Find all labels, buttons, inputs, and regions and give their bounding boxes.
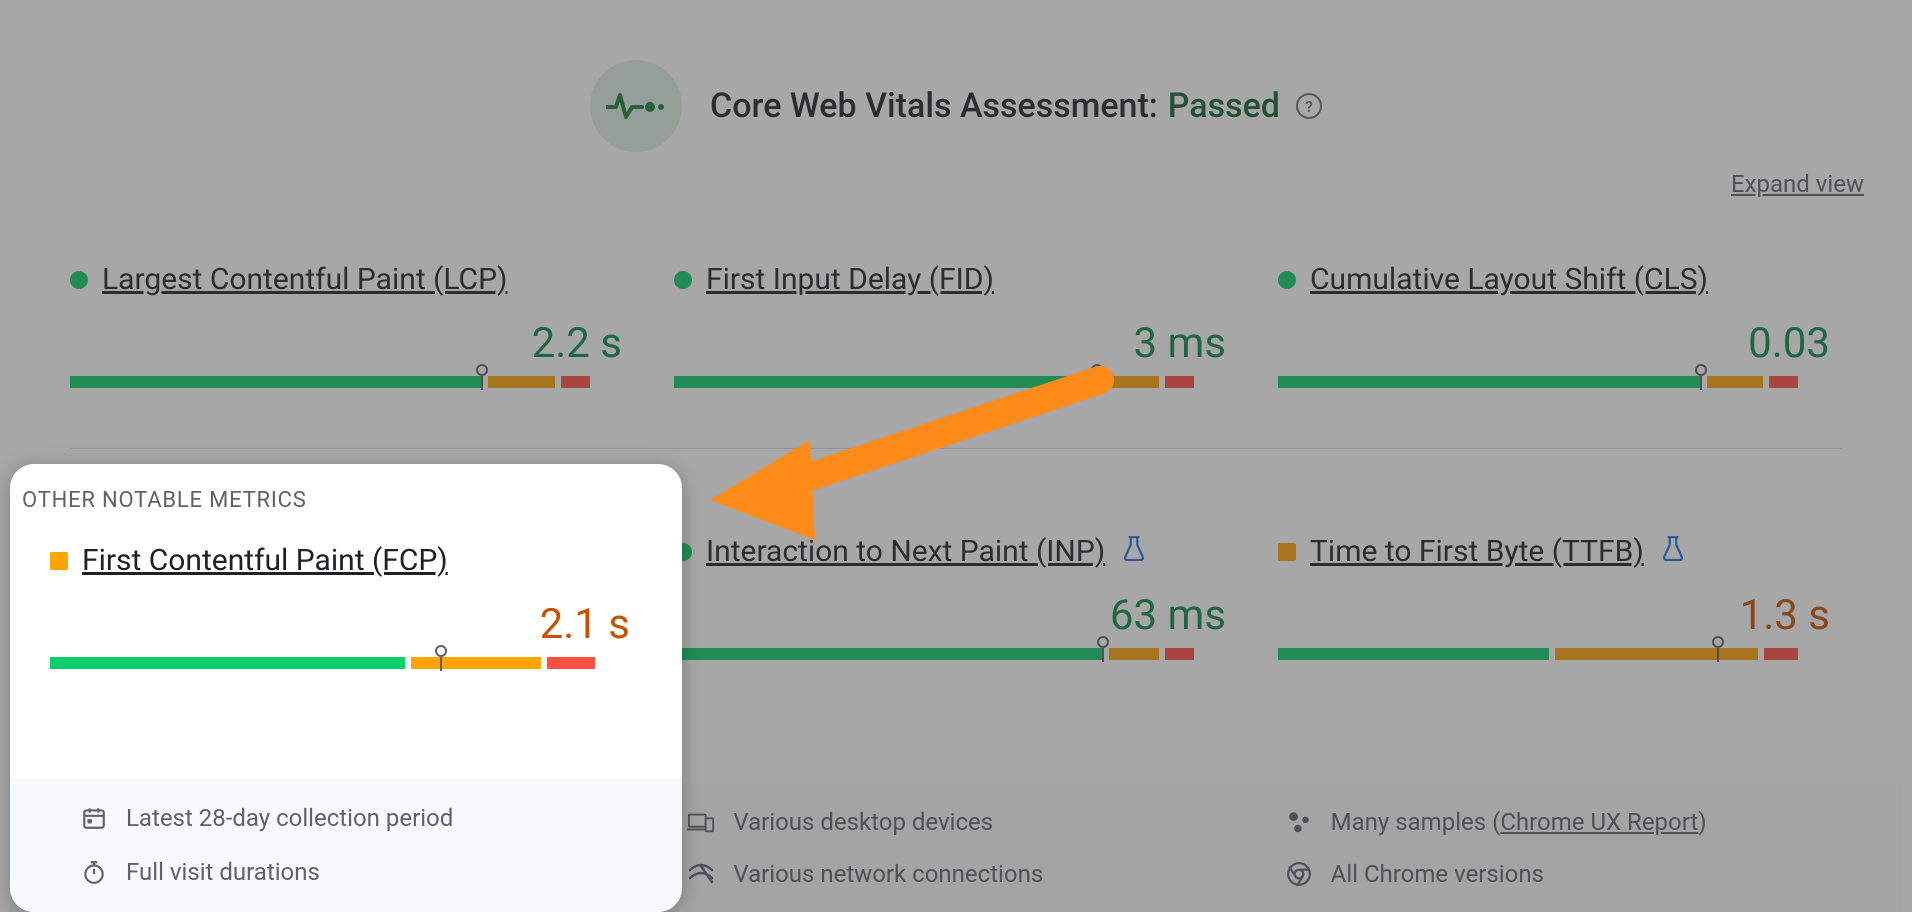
pulse-badge xyxy=(590,60,682,152)
metric-card-lcp: Largest Contentful Paint (LCP) 2.2 s xyxy=(70,262,634,418)
footer-text: Various desktop devices xyxy=(733,808,993,836)
status-bullet xyxy=(674,271,692,289)
status-bullet xyxy=(50,552,68,570)
metric-gauge-fid xyxy=(674,376,1238,388)
metric-gauge-lcp xyxy=(70,376,634,388)
gauge-marker xyxy=(476,364,488,376)
assessment-status: Passed xyxy=(1168,86,1280,126)
metric-link-fcp-highlight[interactable]: First Contentful Paint (FCP) xyxy=(82,543,448,578)
devices-icon xyxy=(687,809,715,835)
metric-value-inp: 63 ms xyxy=(674,591,1238,640)
metric-value-lcp: 2.2 s xyxy=(70,319,634,368)
pulse-icon xyxy=(606,91,666,121)
metric-gauge-fcp-highlight xyxy=(50,657,642,669)
footer-item: Various network connections xyxy=(687,860,1244,888)
metric-link-lcp[interactable]: Largest Contentful Paint (LCP) xyxy=(102,262,507,297)
footer-item: Many samples (Chrome UX Report) xyxy=(1285,808,1842,836)
metric-link-ttfb[interactable]: Time to First Byte (TTFB) xyxy=(1310,534,1644,569)
gauge-marker xyxy=(435,645,447,657)
help-icon[interactable]: ? xyxy=(1296,93,1322,119)
chrome-icon xyxy=(1285,861,1313,887)
footer-item: Latest 28-day collection period xyxy=(80,804,642,832)
footer-item: Full visit durations xyxy=(80,858,642,886)
metric-card-cls: Cumulative Layout Shift (CLS) 0.03 xyxy=(1278,262,1842,418)
metric-value-ttfb: 1.3 s xyxy=(1278,591,1842,640)
status-bullet xyxy=(1278,271,1296,289)
metric-gauge-ttfb xyxy=(1278,648,1842,660)
metric-value-fid: 3 ms xyxy=(674,319,1238,368)
samples-icon xyxy=(1285,809,1313,835)
calendar-icon xyxy=(80,805,108,831)
footer-item: Various desktop devices xyxy=(687,808,1244,836)
footer-item: All Chrome versions xyxy=(1285,860,1842,888)
expand-view-link[interactable]: Expand view xyxy=(1731,170,1864,198)
metric-link-cls[interactable]: Cumulative Layout Shift (CLS) xyxy=(1310,262,1708,297)
status-bullet xyxy=(1278,543,1296,561)
footer-text: Latest 28-day collection period xyxy=(126,804,453,832)
metric-gauge-inp xyxy=(674,648,1238,660)
other-metrics-heading-highlight: Other Notable Metrics xyxy=(10,464,682,543)
metric-gauge-cls xyxy=(1278,376,1842,388)
stopwatch-icon xyxy=(80,859,108,885)
gauge-marker xyxy=(1097,636,1109,648)
metric-card-ttfb: Time to First Byte (TTFB) 1.3 s xyxy=(1278,534,1842,690)
metric-value-cls: 0.03 xyxy=(1278,319,1842,368)
flask-icon[interactable] xyxy=(1662,535,1684,568)
gauge-marker xyxy=(1695,364,1707,376)
metric-link-fid[interactable]: First Input Delay (FID) xyxy=(706,262,994,297)
network-icon xyxy=(687,861,715,887)
gauge-marker xyxy=(1091,364,1103,376)
metric-link-inp[interactable]: Interaction to Next Paint (INP) xyxy=(706,534,1105,569)
crux-report-link[interactable]: Chrome UX Report xyxy=(1500,808,1698,836)
metric-value-fcp-highlight: 2.1 s xyxy=(50,600,642,649)
title-prefix: Core Web Vitals Assessment: xyxy=(710,86,1158,126)
gauge-marker xyxy=(1712,636,1724,648)
footer-text: All Chrome versions xyxy=(1331,860,1544,888)
metric-card-inp: Interaction to Next Paint (INP) 63 ms xyxy=(674,534,1238,690)
highlight-callout: Other Notable Metrics First Contentful P… xyxy=(10,464,682,912)
flask-icon[interactable] xyxy=(1123,535,1145,568)
assessment-title: Core Web Vitals Assessment: Passed ? xyxy=(710,86,1322,126)
metric-card-fcp-highlight: First Contentful Paint (FCP) 2.1 s xyxy=(10,543,682,669)
footer-text: Various network connections xyxy=(733,860,1043,888)
status-bullet xyxy=(70,271,88,289)
footer-text: Many samples (Chrome UX Report) xyxy=(1331,808,1707,836)
metric-card-fid: First Input Delay (FID) 3 ms xyxy=(674,262,1238,418)
footer-text: Full visit durations xyxy=(126,858,320,886)
